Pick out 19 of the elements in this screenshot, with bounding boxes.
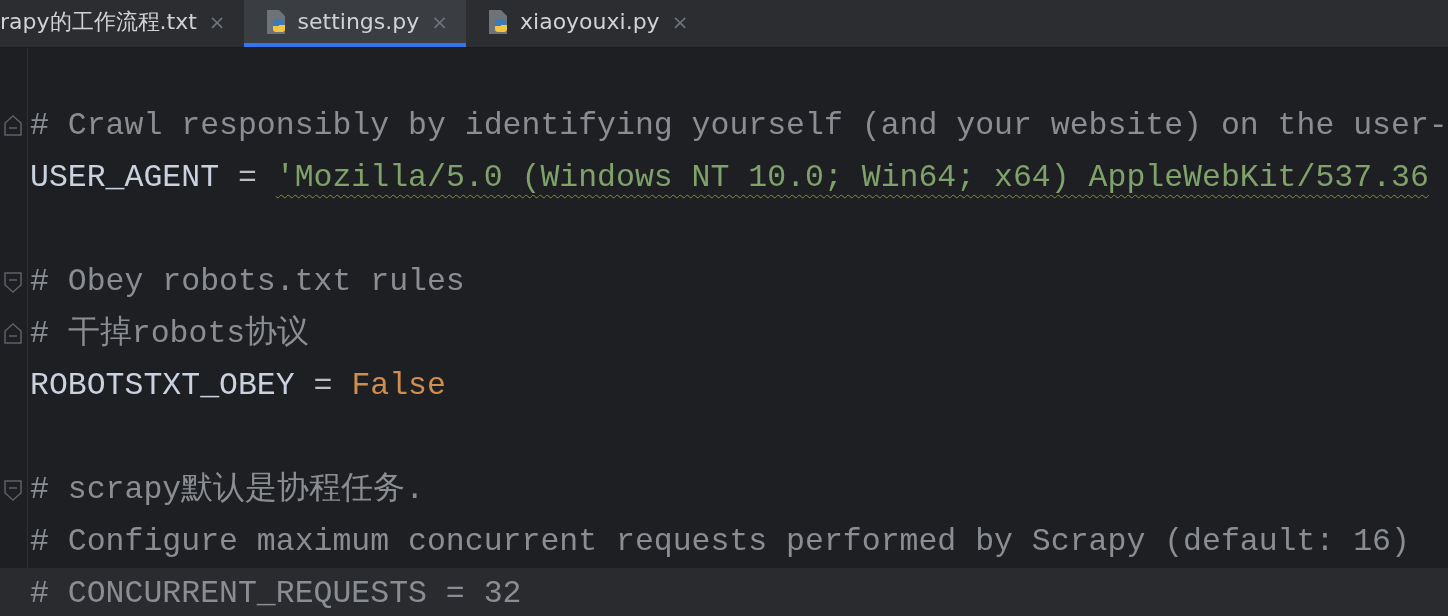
variable-name: USER_AGENT (30, 160, 220, 196)
keyword: False (351, 368, 446, 404)
variable-name: ROBOTSTXT_OBEY (30, 368, 295, 404)
editor-tab[interactable]: settings.py × (243, 0, 467, 47)
code-comment: # Crawl responsibly by identifying yourself (and your website) on the user- (30, 108, 1448, 144)
fold-start-icon[interactable] (4, 270, 22, 294)
string-literal: 'Mozilla/5.0 (Windows NT 10.0; Win64; x64) AppleWebKit/537.36 (275, 160, 1429, 196)
editor-tab[interactable]: rapy的工作流程.txt × (0, 0, 244, 47)
editor-tab[interactable]: xiaoyouxi.py × (466, 0, 707, 47)
fold-start-icon[interactable] (4, 478, 22, 502)
code-comment: # scrapy默认是协程任务. (30, 472, 425, 508)
fold-end-icon[interactable] (4, 322, 22, 346)
operator: = (236, 160, 258, 196)
code-comment: # Configure maximum concurrent requests performed by Scrapy (default: 16) (30, 524, 1410, 560)
code-comment: # CONCURRENT_REQUESTS = 32 (30, 576, 522, 612)
operator: = (312, 368, 334, 404)
code-comment: # 干掉robots协议 (30, 316, 310, 352)
fold-end-icon[interactable] (4, 114, 22, 138)
code-comment: # Obey robots.txt rules (30, 264, 465, 300)
